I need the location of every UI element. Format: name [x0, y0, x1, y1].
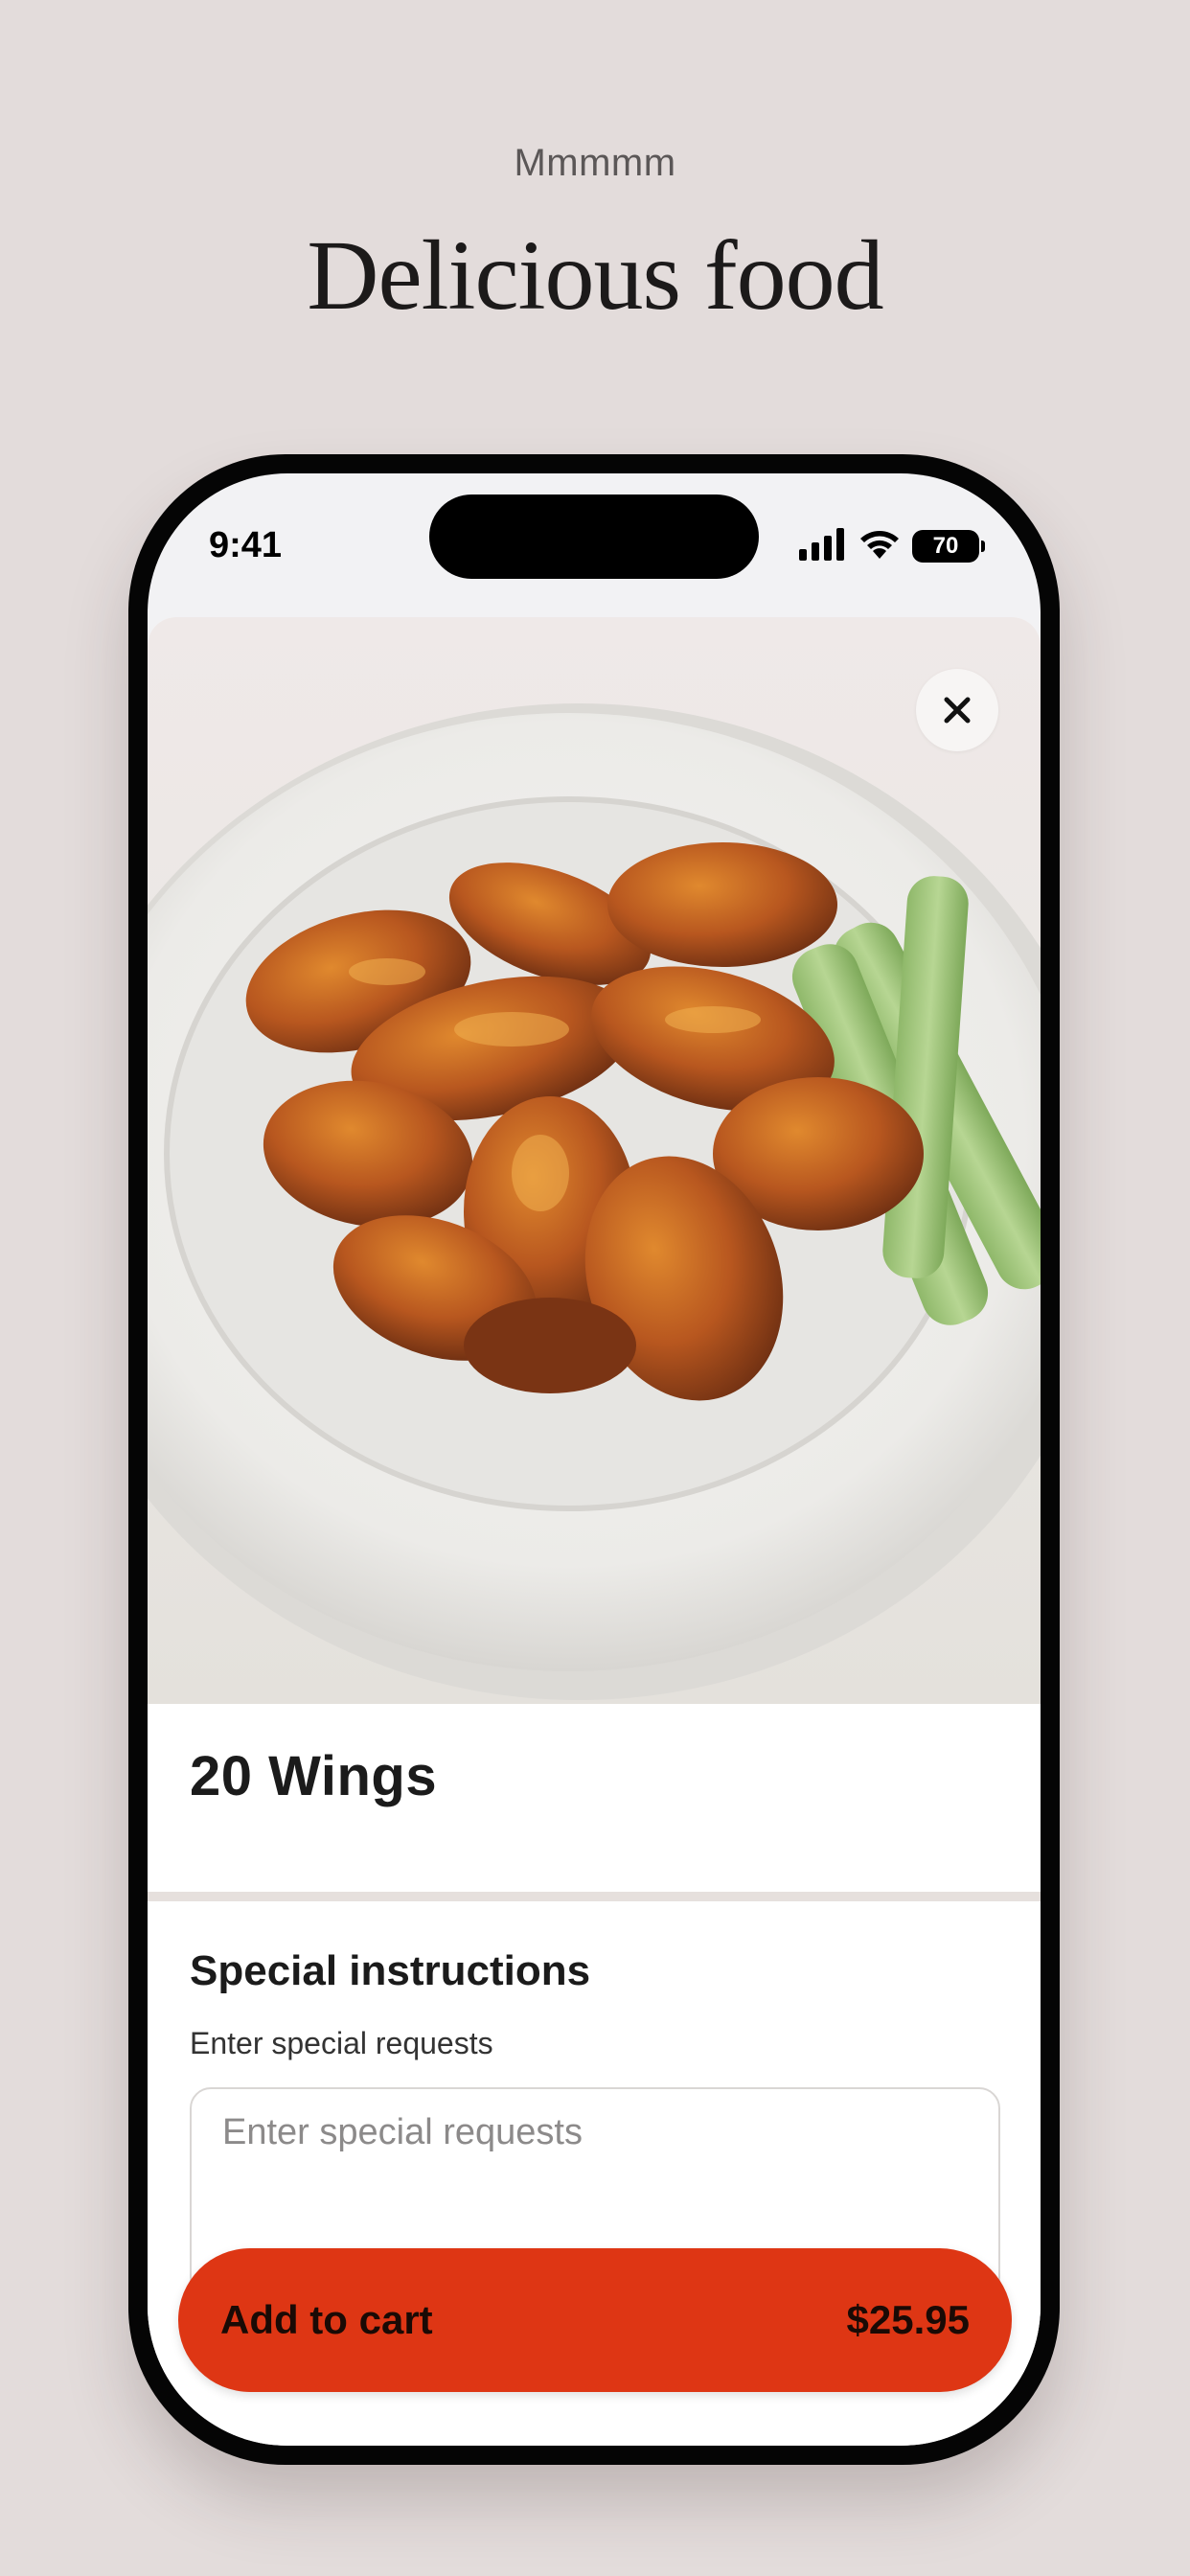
hero-kicker: Mmmmm	[514, 142, 676, 184]
food-photo	[148, 617, 1041, 1704]
signal-icon	[799, 527, 847, 565]
section-divider	[148, 1892, 1041, 1901]
close-icon	[944, 697, 971, 724]
special-instructions-subtitle: Enter special requests	[190, 2026, 493, 2060]
close-button[interactable]	[916, 669, 998, 751]
battery-icon: 70	[912, 530, 985, 563]
status-bar: 9:41 70	[148, 473, 1041, 617]
item-sheet: 20 Wings Special instructions Enter spec…	[148, 617, 1041, 2446]
item-title: 20 Wings	[190, 1745, 438, 1807]
status-icons: 70	[799, 527, 985, 565]
add-to-cart-label: Add to cart	[220, 2297, 433, 2342]
phone-screen: 9:41 70 20 Wings Special instructions En…	[148, 473, 1041, 2446]
hero-title: Delicious food	[307, 220, 883, 331]
special-instructions-title: Special instructions	[190, 1947, 591, 1994]
add-to-cart-button[interactable]: Add to cart $25.95	[178, 2248, 1012, 2392]
dynamic-island	[429, 494, 759, 579]
phone-frame: 9:41 70 20 Wings Special instructions En…	[128, 454, 1060, 2465]
status-time: 9:41	[209, 525, 283, 565]
wifi-icon	[858, 528, 901, 565]
wings-plate-illustration	[148, 703, 1041, 1700]
cart-price: $25.95	[846, 2297, 970, 2342]
